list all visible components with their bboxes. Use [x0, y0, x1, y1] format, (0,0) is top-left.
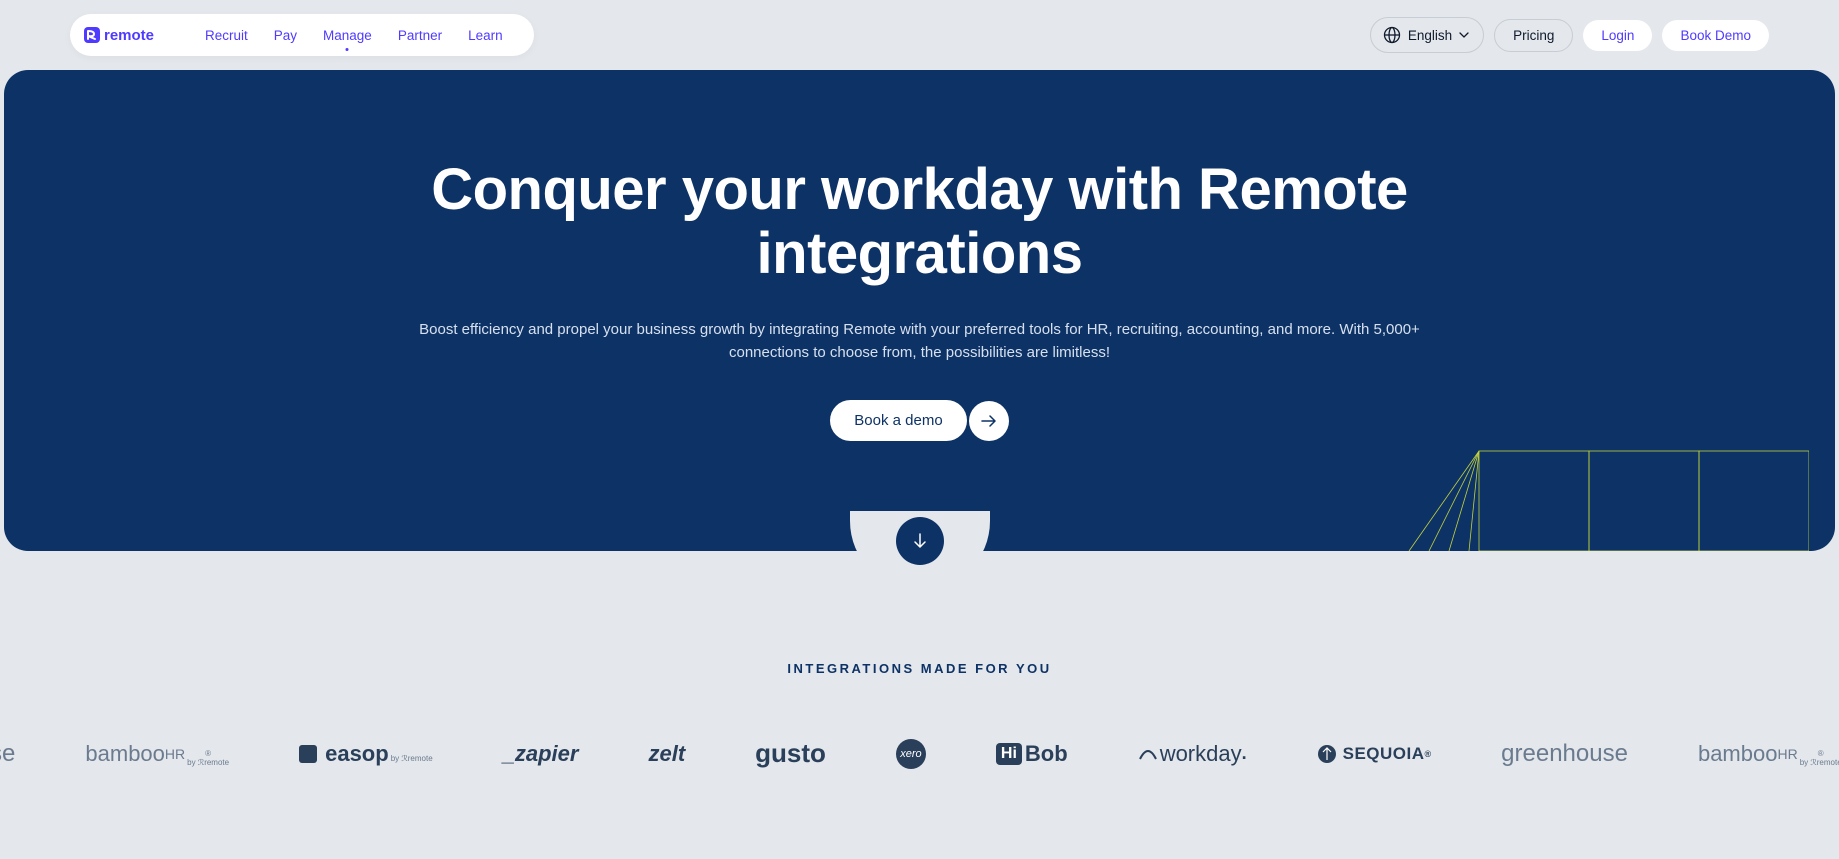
svg-text:remote: remote	[104, 27, 154, 44]
partner-logo-zapier: _zapier	[503, 741, 579, 767]
hero-section-wrap: Conquer your workday with Remote integra…	[0, 70, 1839, 551]
header: remote RecruitPayManagePartnerLearn Engl…	[0, 0, 1839, 70]
login-button[interactable]: Login	[1583, 20, 1652, 51]
nav: RecruitPayManagePartnerLearn	[182, 14, 534, 56]
arrow-right-icon	[981, 415, 997, 427]
hero-title: Conquer your workday with Remote integra…	[410, 158, 1430, 286]
pricing-button[interactable]: Pricing	[1494, 19, 1573, 52]
partner-logo-easop: easopby ℛremote	[299, 741, 433, 767]
book-a-demo-button[interactable]: Book a demo	[830, 400, 966, 441]
partner-logo-zelt: zelt	[648, 741, 685, 767]
partner-logo-sequoia: SEQUOIA®	[1317, 744, 1432, 764]
partner-logo-bamboohr: bambooHR®by ℛremote	[85, 741, 229, 767]
book-demo-button[interactable]: Book Demo	[1662, 20, 1769, 51]
integrations-heading: INTEGRATIONS MADE FOR YOU	[0, 661, 1839, 676]
language-label: English	[1408, 28, 1452, 43]
partner-logo-greenhouse: greenhouse	[1501, 740, 1628, 768]
nav-item-learn[interactable]: Learn	[455, 28, 516, 43]
hero-subtitle: Boost efficiency and propel your busines…	[415, 318, 1425, 365]
partner-logo-bamboohr: bambooHR®by ℛremote	[1698, 741, 1839, 767]
header-right: English Pricing Login Book Demo	[1370, 17, 1769, 53]
nav-item-partner[interactable]: Partner	[385, 28, 455, 43]
hero-section: Conquer your workday with Remote integra…	[4, 70, 1835, 551]
language-selector[interactable]: English	[1370, 17, 1484, 53]
hero-decoration	[1379, 351, 1809, 551]
chevron-down-icon	[1459, 32, 1469, 38]
arrow-down-icon	[913, 533, 927, 549]
nav-item-pay[interactable]: Pay	[261, 28, 310, 43]
globe-icon	[1383, 26, 1401, 44]
header-left-pill: remote RecruitPayManagePartnerLearn	[70, 14, 534, 56]
logo[interactable]: remote	[70, 14, 182, 56]
integrations-section: INTEGRATIONS MADE FOR YOU house bambooHR®…	[0, 551, 1839, 809]
nav-item-manage[interactable]: Manage	[310, 28, 385, 43]
logo-strip: house bambooHR®by ℛremote easopby ℛremote _…	[0, 676, 1839, 769]
partner-logo-house: house	[0, 740, 15, 768]
hero-cta: Book a demo	[830, 400, 1008, 441]
nav-item-recruit[interactable]: Recruit	[192, 28, 261, 43]
cta-arrow-button[interactable]	[969, 401, 1009, 441]
partner-logo-gusto: gusto	[755, 738, 826, 769]
partner-logo-xero: xero	[896, 739, 926, 769]
scroll-down-button[interactable]	[896, 517, 944, 565]
partner-logo-workday: workday.	[1138, 741, 1247, 767]
partner-logo-hibob: HiBob	[996, 741, 1068, 767]
